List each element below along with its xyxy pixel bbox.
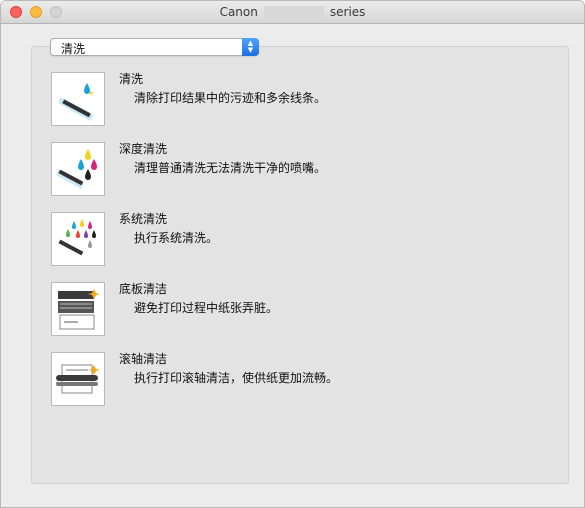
app-window: Canon series 清洗 ▲▼ 清洗 清除打印结果中的污迹和多余线条。: [0, 0, 585, 508]
bottom-plate-cleaning-title: 底板清洁: [119, 282, 168, 296]
deep-cleaning-title: 深度清洗: [119, 142, 168, 156]
roller-cleaning-description: 执行打印滚轴清洁，使供纸更加流畅。: [134, 371, 339, 385]
deep-cleaning-description: 清理普通清洗无法清洗干净的喷嘴。: [134, 161, 327, 175]
roller-cleaning-icon: [56, 364, 100, 394]
content-panel: [31, 46, 569, 484]
window-title: Canon series: [1, 5, 584, 19]
system-cleaning-description: 执行系统清洗。: [134, 231, 219, 245]
title-bar[interactable]: Canon series: [1, 1, 584, 24]
cleaning-button[interactable]: [51, 72, 105, 126]
deep-cleaning-button[interactable]: [51, 142, 105, 196]
system-cleaning-button[interactable]: [51, 212, 105, 266]
function-select-popup[interactable]: 清洗 ▲ ▼: [50, 38, 259, 56]
bottom-plate-cleaning-button[interactable]: [51, 282, 105, 336]
redacted-model-name: [263, 6, 324, 18]
system-cleaning-title: 系统清洗: [119, 212, 168, 226]
roller-cleaning-title: 滚轴清洁: [119, 352, 168, 366]
popup-selected-value: 清洗: [61, 42, 86, 56]
cleaning-title: 清洗: [119, 72, 144, 86]
window-title-left: Canon: [219, 5, 258, 19]
cleaning-description: 清除打印结果中的污迹和多余线条。: [134, 91, 327, 105]
deep-cleaning-icon: [56, 149, 97, 189]
popup-arrows-icon: ▲ ▼: [242, 38, 259, 56]
roller-cleaning-button[interactable]: [51, 352, 105, 406]
bottom-plate-cleaning-icon: [58, 289, 100, 330]
system-cleaning-icon: [58, 219, 96, 256]
bottom-plate-cleaning-description: 避免打印过程中纸张弄脏。: [134, 301, 279, 315]
cleaning-icon: [58, 83, 94, 121]
window-title-right: series: [329, 5, 366, 19]
